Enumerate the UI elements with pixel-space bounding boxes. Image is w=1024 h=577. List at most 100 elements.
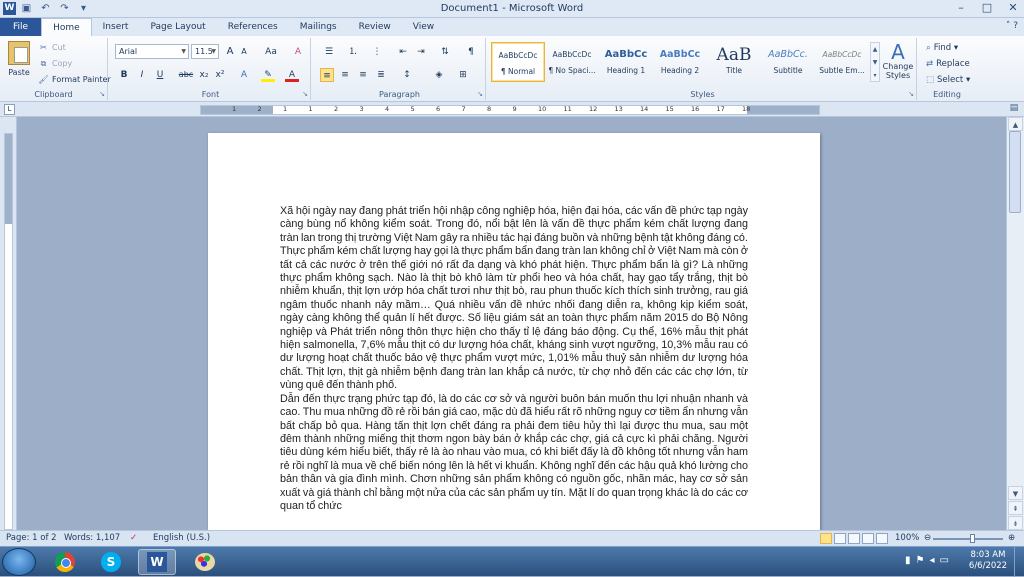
style-subtle-emphasis[interactable]: AaBbCcDc Subtle Em...	[815, 42, 869, 82]
previous-page-icon[interactable]: ⇞	[1008, 501, 1023, 515]
paragraph-2[interactable]: Thực phẩm kém chất lượng hay gọi là thực…	[280, 245, 748, 392]
style-normal[interactable]: AaBbCcDc ¶ Normal	[491, 42, 545, 82]
format-painter-button[interactable]: 🖌 Format Painter	[38, 73, 110, 86]
cut-button[interactable]: ✂ Cut	[38, 41, 66, 54]
next-page-icon[interactable]: ⇟	[1008, 516, 1023, 530]
view-ruler-icon[interactable]: ▤	[1006, 103, 1022, 116]
font-name-combo[interactable]: Arial ▼	[115, 44, 189, 59]
paragraph-1[interactable]: Xã hội ngày nay đang phát triển hội nhập…	[280, 205, 748, 245]
align-right-icon[interactable]: ≡	[356, 68, 370, 82]
show-desktop-button[interactable]	[1014, 547, 1024, 577]
styles-launcher-icon[interactable]: ↘	[908, 90, 914, 98]
minimize-button[interactable]: –	[954, 1, 968, 15]
taskbar-chrome[interactable]	[46, 549, 84, 575]
replace-button[interactable]: ⇄ Replace	[926, 57, 970, 71]
flag-icon[interactable]: ⚑	[916, 555, 925, 566]
tab-insert[interactable]: Insert	[92, 18, 140, 36]
tab-page-layout[interactable]: Page Layout	[139, 18, 216, 36]
change-styles-button[interactable]: A Change Styles	[882, 40, 914, 86]
maximize-button[interactable]: □	[980, 1, 994, 15]
vertical-scrollbar[interactable]: ▲ ▼ ⇞ ⇟	[1006, 117, 1024, 530]
line-spacing-icon[interactable]: ↕	[398, 68, 416, 82]
subscript-button[interactable]: x₂	[197, 68, 211, 82]
font-color-icon[interactable]: A	[285, 68, 299, 82]
draft-icon[interactable]	[876, 533, 888, 544]
zoom-slider[interactable]	[933, 538, 1003, 540]
sort-icon[interactable]: ⇅	[438, 45, 452, 59]
style-subtitle[interactable]: AaBbCc. Subtitle	[761, 42, 815, 82]
web-layout-icon[interactable]	[848, 533, 860, 544]
numbering-icon[interactable]: ⒈	[344, 45, 362, 59]
vertical-ruler[interactable]	[0, 117, 17, 530]
zoom-out-icon[interactable]: ⊖	[924, 531, 931, 546]
zoom-level[interactable]: 100%	[895, 531, 919, 546]
language-indicator[interactable]: English (U.S.)	[153, 531, 210, 546]
find-button[interactable]: ⌕ Find ▾	[926, 41, 958, 55]
shading-icon[interactable]: ◈	[430, 68, 448, 82]
tab-references[interactable]: References	[217, 18, 289, 36]
show-formatting-button[interactable]: ¶	[464, 45, 478, 59]
decrease-indent-icon[interactable]: ⇤	[396, 45, 410, 59]
shrink-font-button[interactable]: A	[237, 45, 251, 59]
battery-icon[interactable]: ▭	[940, 555, 949, 566]
tab-selector-icon[interactable]: L	[4, 104, 15, 115]
clipboard-launcher-icon[interactable]: ↘	[99, 90, 105, 98]
text-effects-icon[interactable]: A	[237, 68, 251, 82]
tab-review[interactable]: Review	[348, 18, 402, 36]
bold-button[interactable]: B	[117, 68, 131, 82]
zoom-slider-knob[interactable]	[970, 534, 975, 543]
paste-button[interactable]: Paste	[4, 39, 34, 85]
taskbar-skype[interactable]: S	[92, 549, 130, 575]
print-layout-icon[interactable]	[820, 533, 832, 544]
zoom-in-icon[interactable]: ⊕	[1008, 531, 1015, 546]
document-page[interactable]: Xã hội ngày nay đang phát triển hội nhập…	[208, 133, 820, 530]
styles-scroll-buttons[interactable]: ▲ ▼ ▾	[870, 42, 880, 82]
font-launcher-icon[interactable]: ↘	[302, 90, 308, 98]
taskbar-paint[interactable]	[186, 549, 224, 575]
network-icon[interactable]: ▮	[905, 555, 911, 566]
bullets-icon[interactable]: ☰	[320, 45, 338, 59]
copy-button[interactable]: ⧉ Copy	[38, 57, 73, 70]
superscript-button[interactable]: x²	[213, 68, 227, 82]
start-button[interactable]	[2, 548, 36, 576]
italic-button[interactable]: I	[135, 68, 149, 82]
style-no-spacing[interactable]: AaBbCcDc ¶ No Spaci...	[545, 42, 599, 82]
proofing-icon[interactable]: ✓	[130, 531, 137, 546]
tab-mailings[interactable]: Mailings	[289, 18, 348, 36]
page-count[interactable]: Page: 1 of 2	[6, 531, 57, 546]
increase-indent-icon[interactable]: ⇥	[414, 45, 428, 59]
justify-icon[interactable]: ≣	[374, 68, 388, 82]
tab-file[interactable]: File	[0, 18, 42, 36]
close-button[interactable]: ✕	[1006, 1, 1020, 15]
word-count[interactable]: Words: 1,107	[64, 531, 120, 546]
underline-button[interactable]: U	[153, 68, 167, 82]
font-size-combo[interactable]: 11.5 ▼	[191, 44, 219, 59]
horizontal-ruler[interactable]: 1 2 1 1 2 3 4 5 6 7 8 9 10 11 12 13 14 15 16 17 18	[200, 105, 820, 115]
strikethrough-button[interactable]: abc	[177, 68, 195, 82]
clock[interactable]: 8:03 AM 6/6/2022	[968, 550, 1008, 572]
tab-view[interactable]: View	[402, 18, 445, 36]
borders-icon[interactable]: ⊞	[454, 68, 472, 82]
full-screen-reading-icon[interactable]	[834, 533, 846, 544]
outline-icon[interactable]	[862, 533, 874, 544]
align-center-icon[interactable]: ≡	[338, 68, 352, 82]
paragraph-3[interactable]: Dẫn đến thực trạng phức tạp đó, là do cá…	[280, 393, 748, 514]
style-heading-1[interactable]: AaBbCc Heading 1	[599, 42, 653, 82]
clear-formatting-button[interactable]: A	[291, 45, 305, 59]
scroll-down-icon[interactable]: ▼	[1008, 486, 1023, 500]
change-case-button[interactable]: Aa	[261, 45, 281, 59]
highlight-icon[interactable]: ✎	[261, 68, 275, 82]
style-title[interactable]: AaB Title	[707, 42, 761, 82]
ribbon-toggle-icons[interactable]: ˄ ?	[1006, 21, 1018, 31]
volume-icon[interactable]: ◂	[929, 555, 934, 566]
multilevel-list-icon[interactable]: ⋮	[368, 45, 386, 59]
select-button[interactable]: ⬚ Select ▾	[926, 73, 970, 87]
paragraph-launcher-icon[interactable]: ↘	[477, 90, 483, 98]
align-left-icon[interactable]: ≡	[320, 68, 334, 82]
scroll-up-icon[interactable]: ▲	[1008, 117, 1023, 131]
tab-home[interactable]: Home	[41, 18, 92, 36]
style-heading-2[interactable]: AaBbCc Heading 2	[653, 42, 707, 82]
grow-font-button[interactable]: A	[223, 45, 237, 59]
scroll-thumb[interactable]	[1009, 131, 1021, 213]
taskbar-word[interactable]: W	[138, 549, 176, 575]
